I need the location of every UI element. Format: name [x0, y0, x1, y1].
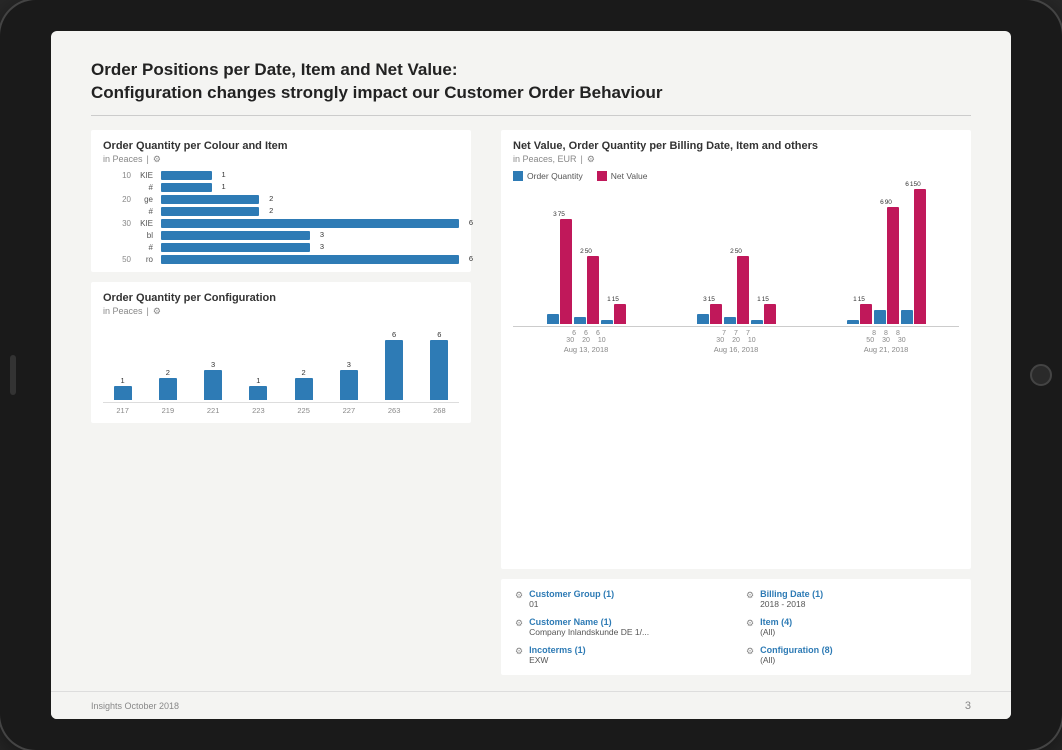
netval-legend: Order Quantity Net Value [513, 171, 959, 181]
hbar-row: bl 3 [103, 231, 459, 240]
vbar-col: 1 [239, 376, 278, 400]
filter-gear-icon[interactable]: ⚙ [746, 590, 754, 601]
filter-section: ⚙ Customer Group (1) 01 ⚙ Billing Date (… [501, 579, 971, 675]
filter-gear-icon[interactable]: ⚙ [515, 590, 523, 601]
filter-incoterms: ⚙ Incoterms (1) EXW [515, 645, 726, 665]
chart2-section: Order Quantity per Configuration in Peac… [91, 282, 471, 423]
netval-group: 3 15 [663, 248, 809, 324]
hbar-row: 50 ro 6 [103, 255, 459, 264]
hbar-row: # 3 [103, 243, 459, 252]
vbar-col: 3 [329, 360, 368, 400]
vbar-col: 6 [420, 330, 459, 400]
left-col: Order Quantity per Colour and Item in Pe… [91, 130, 471, 675]
vbar-labels: 217 219 221 223 225 227 263 268 [103, 406, 459, 415]
screen: Order Positions per Date, Item and Net V… [51, 31, 1011, 719]
filter-gear-icon[interactable]: ⚙ [746, 618, 754, 629]
charts-row: Order Quantity per Colour and Item in Pe… [91, 130, 971, 675]
filter-gear-icon[interactable]: ⚙ [515, 646, 523, 657]
page-footer: Insights October 2018 3 [51, 691, 1011, 719]
filter-billing-date: ⚙ Billing Date (1) 2018 - 2018 [746, 589, 957, 609]
netval-group: 1 15 [813, 181, 959, 324]
netval-bar-area: 3 75 [513, 187, 959, 327]
filter-item: ⚙ Item (4) (All) [746, 617, 957, 637]
chart1-title: Order Quantity per Colour and Item [103, 140, 459, 152]
hbar-row: 20 ge 2 [103, 195, 459, 204]
filter-configuration: ⚙ Configuration (8) (All) [746, 645, 957, 665]
right-col: Net Value, Order Quantity per Billing Da… [501, 130, 971, 675]
filter-gear-icon[interactable]: ⚙ [746, 646, 754, 657]
vbar-chart: 1 2 3 [103, 323, 459, 415]
vbar-col: 3 [194, 360, 233, 400]
legend-order-qty: Order Quantity [513, 171, 583, 181]
vbar-col: 1 [103, 376, 142, 400]
hbar-row: 30 KIE 6 [103, 219, 459, 228]
legend-net-value: Net Value [597, 171, 648, 181]
hbar-row: 10 KIE 1 [103, 171, 459, 180]
hbar-row: # 2 [103, 207, 459, 216]
chart3-title: Net Value, Order Quantity per Billing Da… [513, 140, 959, 152]
chart1-section: Order Quantity per Colour and Item in Pe… [91, 130, 471, 272]
footer-page: 3 [965, 700, 971, 712]
chart2-subtitle: in Peaces | ⚙ [103, 306, 459, 317]
netval-group: 3 75 [513, 211, 659, 324]
filter-customer-group: ⚙ Customer Group (1) 01 [515, 589, 726, 609]
vbar-area: 1 2 3 [103, 323, 459, 403]
footer-text: Insights October 2018 [91, 701, 179, 711]
vbar-col: 6 [375, 330, 414, 400]
netval-xaxis: 6 6 6 30 20 10 Aug 13, 2018 [513, 330, 959, 354]
chart2-title: Order Quantity per Configuration [103, 292, 459, 304]
chart3-section: Net Value, Order Quantity per Billing Da… [501, 130, 971, 569]
title-divider [91, 115, 971, 116]
hbar-row: # 1 [103, 183, 459, 192]
vbar-col: 2 [284, 368, 323, 400]
filter-customer-name: ⚙ Customer Name (1) Company Inlandskunde… [515, 617, 726, 637]
page-content: Order Positions per Date, Item and Net V… [51, 31, 1011, 691]
chart2-gear-icon[interactable]: ⚙ [153, 306, 161, 317]
hbar-chart: 10 KIE 1 # 1 [103, 171, 459, 264]
chart3-subtitle: in Peaces, EUR | ⚙ [513, 154, 959, 165]
vbar-col: 2 [148, 368, 187, 400]
chart3-gear-icon[interactable]: ⚙ [587, 154, 595, 165]
chart1-subtitle: in Peaces | ⚙ [103, 154, 459, 165]
chart1-gear-icon[interactable]: ⚙ [153, 154, 161, 165]
tablet-frame: Order Positions per Date, Item and Net V… [0, 0, 1062, 750]
page-title: Order Positions per Date, Item and Net V… [91, 59, 971, 105]
filter-gear-icon[interactable]: ⚙ [515, 618, 523, 629]
